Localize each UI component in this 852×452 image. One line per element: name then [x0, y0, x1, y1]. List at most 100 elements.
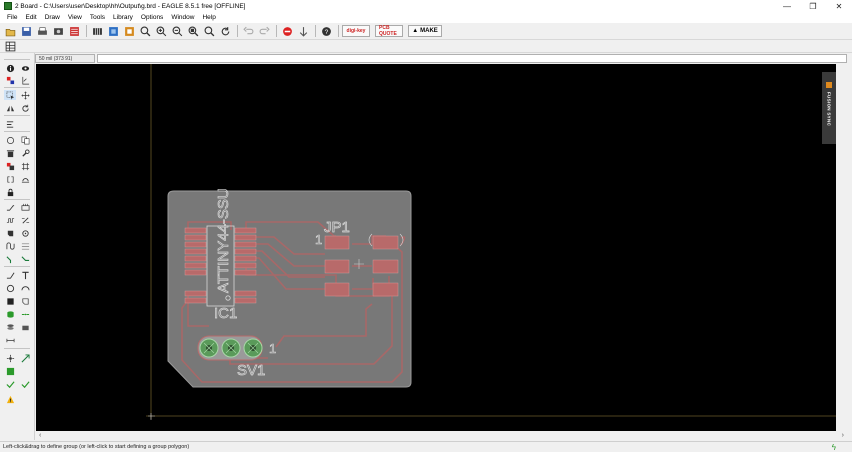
attribute-icon [21, 325, 29, 330]
make-label: MAKE [420, 28, 438, 34]
move-tool[interactable] [19, 90, 31, 100]
move-icon [20, 90, 30, 100]
menu-tools[interactable]: Tools [86, 14, 109, 21]
route-tool[interactable] [4, 202, 16, 212]
vertical-scrollbar[interactable] [836, 64, 847, 431]
horizontal-scrollbar[interactable]: ‹ › [36, 431, 847, 440]
board-button[interactable] [106, 24, 120, 38]
display-tool[interactable] [4, 75, 16, 85]
ratsnest-tool[interactable] [19, 254, 31, 264]
rectangle-tool[interactable] [4, 296, 16, 306]
replace-tool[interactable] [4, 161, 16, 171]
route-airwire-tool[interactable] [19, 353, 31, 363]
text-tool[interactable] [19, 270, 31, 280]
slice-tool[interactable] [19, 215, 31, 225]
menu-draw[interactable]: Draw [41, 14, 64, 21]
schematic-button[interactable] [67, 24, 81, 38]
autorouter-tool[interactable] [4, 254, 16, 264]
menu-library[interactable]: Library [109, 14, 137, 21]
fanout-tool[interactable] [19, 202, 31, 212]
wire-tool[interactable] [4, 270, 16, 280]
warning-tool[interactable] [4, 394, 16, 404]
make-button[interactable]: ▲ MAKE [408, 25, 442, 37]
smash-tool[interactable] [4, 135, 16, 145]
ripup-tool[interactable] [19, 174, 31, 184]
signal-tool[interactable] [4, 241, 16, 251]
info-tool[interactable] [4, 63, 16, 73]
zoom-out-button[interactable] [170, 24, 184, 38]
scroll-right-icon[interactable]: › [842, 432, 844, 439]
show-tool[interactable] [19, 63, 31, 73]
redo-button[interactable] [257, 24, 271, 38]
hole-tool[interactable] [19, 241, 31, 251]
mirror-tool[interactable] [4, 103, 16, 113]
help-button[interactable]: ? [319, 24, 333, 38]
via-tool[interactable] [19, 228, 31, 238]
zoom-out-icon [172, 26, 182, 36]
eye-icon [21, 65, 29, 71]
ripup-icon [21, 177, 29, 183]
fusion-sync-tab[interactable]: FUSION SYNC [822, 72, 836, 144]
delete-tool[interactable] [4, 148, 16, 158]
circle-tool[interactable] [4, 283, 16, 293]
arc-tool[interactable] [19, 283, 31, 293]
erc-check-icon [20, 380, 30, 388]
command-input[interactable] [97, 54, 847, 63]
go-button[interactable] [296, 24, 310, 38]
pinswap-tool[interactable] [19, 309, 31, 319]
zoom-in-button[interactable] [154, 24, 168, 38]
group-tool[interactable] [4, 90, 16, 100]
mirror-icon [6, 105, 14, 111]
minimize-button[interactable]: — [774, 0, 800, 12]
dimension-tool[interactable] [4, 335, 16, 345]
zoom-last-button[interactable] [202, 24, 216, 38]
drc-button[interactable] [122, 24, 136, 38]
drc-check-tool[interactable] [4, 379, 16, 389]
add-tool[interactable] [4, 309, 16, 319]
align-tool[interactable] [4, 119, 16, 129]
lock-tool[interactable] [4, 187, 16, 197]
design-link-tool[interactable] [4, 353, 16, 363]
optimize-tool[interactable] [19, 161, 31, 171]
polygon-tool[interactable] [4, 228, 16, 238]
undo-button[interactable] [241, 24, 255, 38]
menu-view[interactable]: View [64, 14, 86, 21]
erc-check-tool[interactable] [19, 379, 31, 389]
menu-help[interactable]: Help [198, 14, 219, 21]
zoom-select-button[interactable] [186, 24, 200, 38]
print-button[interactable] [35, 24, 49, 38]
polygon-draw-tool[interactable] [19, 296, 31, 306]
mark-tool[interactable] [19, 75, 31, 85]
digikey-button[interactable]: digi-key [342, 25, 370, 37]
attribute-tool[interactable] [19, 322, 31, 332]
menu-edit[interactable]: Edit [21, 14, 40, 21]
rotate-tool[interactable] [19, 103, 31, 113]
origin-cross [148, 413, 155, 420]
cam-processor-button[interactable] [51, 24, 65, 38]
redraw-button[interactable] [218, 24, 232, 38]
errors-tool[interactable] [4, 366, 16, 376]
copy-tool[interactable] [19, 135, 31, 145]
close-button[interactable]: ✕ [826, 0, 852, 12]
restore-button[interactable]: ❐ [800, 0, 826, 12]
split-tool[interactable] [4, 174, 16, 184]
zoom-fit-button[interactable] [138, 24, 152, 38]
open-button[interactable] [3, 24, 17, 38]
library-button[interactable] [90, 24, 104, 38]
make-icon: ▲ [412, 28, 419, 34]
menu-options[interactable]: Options [137, 14, 167, 21]
scroll-left-icon[interactable]: ‹ [39, 432, 41, 439]
wire-icon [6, 272, 14, 279]
layer-settings-button[interactable] [3, 39, 17, 53]
stop-button[interactable] [280, 24, 294, 38]
save-button[interactable] [19, 24, 33, 38]
board-canvas[interactable]: ATTINY44-SSU IC1 JP1 1 SV1 1 [36, 64, 836, 431]
meander-tool[interactable] [4, 215, 16, 225]
change-tool[interactable] [19, 148, 31, 158]
ic1-pads-right [234, 227, 257, 304]
pcb-quote-button[interactable]: PCB QUOTE [375, 25, 403, 37]
menu-file[interactable]: File [3, 14, 21, 21]
signal-icon [5, 242, 15, 250]
layer-stack-tool[interactable] [4, 322, 16, 332]
menu-window[interactable]: Window [167, 14, 198, 21]
